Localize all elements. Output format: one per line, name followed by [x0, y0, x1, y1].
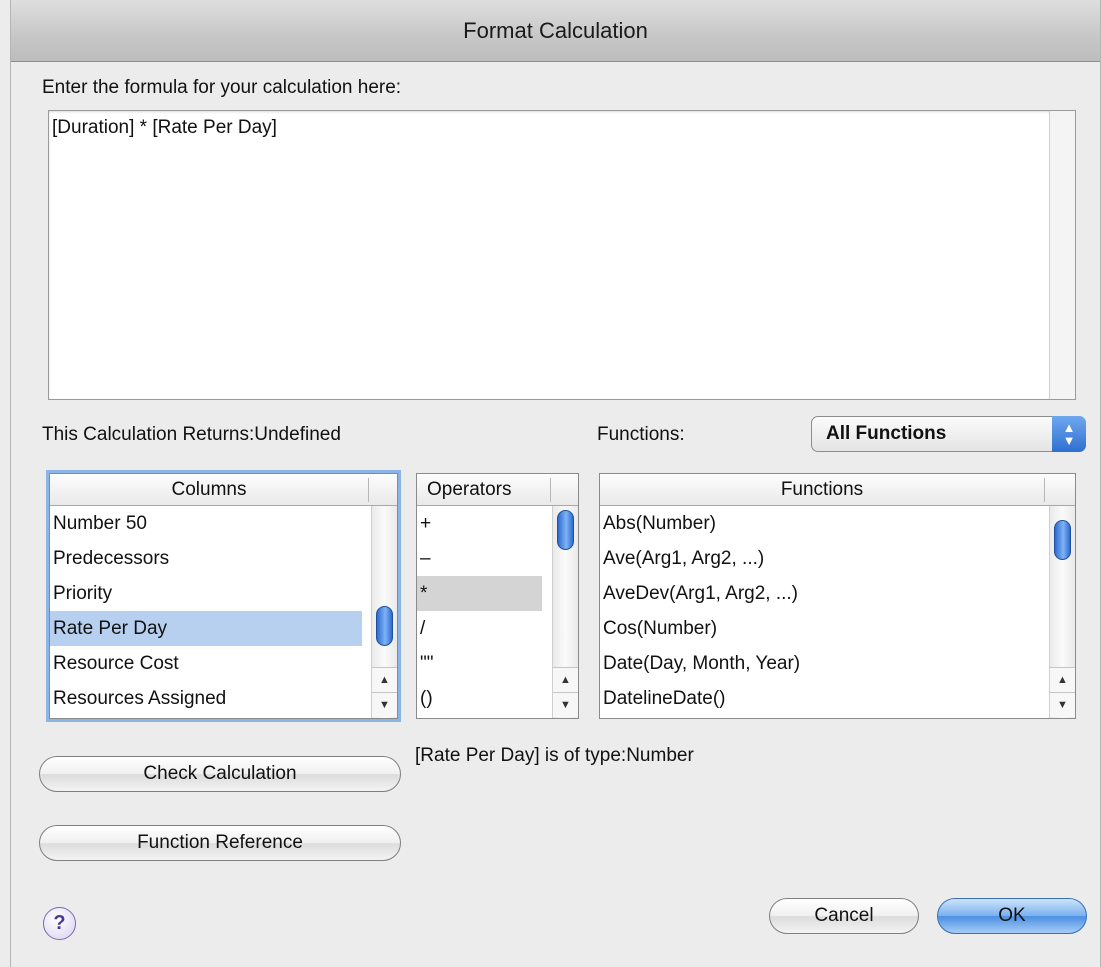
columns-scrollbar[interactable]: ▲ ▼: [371, 506, 397, 718]
list-item[interactable]: +: [417, 506, 552, 541]
list-item[interactable]: Ave(Arg1, Arg2, ...): [600, 541, 1048, 576]
operators-scrollbar[interactable]: ▲ ▼: [552, 506, 578, 718]
list-item-selected[interactable]: Rate Per Day: [50, 611, 362, 646]
functions-header-label: Functions: [780, 479, 864, 500]
list-item[interactable]: Predecessors: [50, 541, 372, 576]
help-icon[interactable]: ?: [43, 907, 76, 940]
list-item[interactable]: Number 50: [50, 506, 372, 541]
scroll-thumb[interactable]: [557, 510, 574, 550]
dialog-title: Format Calculation: [11, 0, 1100, 62]
list-item[interactable]: Resource Cost: [50, 646, 372, 681]
formula-textarea[interactable]: [Duration] * [Rate Per Day]: [48, 110, 1076, 400]
list-item[interactable]: Resources Assigned: [50, 681, 372, 716]
columns-list[interactable]: Columns Number 50 Predecessors Priority …: [49, 473, 398, 719]
operators-list[interactable]: Operators + – * / "" () ▲ ▼: [416, 473, 579, 719]
functions-list[interactable]: Functions Abs(Number) Ave(Arg1, Arg2, ..…: [599, 473, 1076, 719]
column-divider: [368, 478, 369, 502]
cancel-button[interactable]: Cancel: [769, 898, 919, 934]
list-item[interactable]: (): [417, 681, 552, 716]
returns-label-text: This Calculation Returns:: [42, 424, 255, 445]
updown-arrows-icon: ▲ ▼: [1052, 416, 1086, 452]
functions-filter-select[interactable]: All Functions ▲ ▼: [811, 416, 1086, 452]
columns-list-header: Columns: [50, 474, 397, 506]
list-item[interactable]: /: [417, 611, 552, 646]
functions-filter-label: Functions:: [597, 424, 685, 445]
scroll-down-arrow-icon[interactable]: ▼: [553, 692, 578, 717]
functions-scrollbar[interactable]: ▲ ▼: [1049, 506, 1075, 718]
format-calculation-dialog: Format Calculation Enter the formula for…: [10, 0, 1101, 967]
formula-prompt: Enter the formula for your calculation h…: [42, 77, 402, 98]
ok-button[interactable]: OK: [937, 898, 1087, 934]
functions-filter-value: All Functions: [826, 423, 947, 444]
list-item[interactable]: Date(Day, Month, Year): [600, 646, 1048, 681]
returns-value: Undefined: [254, 424, 341, 445]
scroll-down-arrow-icon[interactable]: ▼: [1050, 692, 1075, 717]
scroll-thumb[interactable]: [1054, 520, 1071, 560]
scroll-down-arrow-icon[interactable]: ▼: [372, 692, 397, 717]
operators-list-header: Operators: [417, 474, 578, 506]
list-item[interactable]: AveDev(Arg1, Arg2, ...): [600, 576, 1048, 611]
scroll-thumb[interactable]: [376, 606, 393, 646]
list-item[interactable]: Priority: [50, 576, 372, 611]
check-calculation-button[interactable]: Check Calculation: [39, 756, 401, 792]
operators-header-label: Operators: [427, 479, 512, 500]
list-item-selected[interactable]: *: [417, 576, 542, 611]
column-divider: [1044, 478, 1045, 502]
list-item[interactable]: "": [417, 646, 552, 681]
scroll-up-arrow-icon[interactable]: ▲: [1050, 667, 1075, 692]
list-item[interactable]: Abs(Number): [600, 506, 1048, 541]
formula-scrollbar[interactable]: [1049, 111, 1075, 399]
columns-header-label: Columns: [171, 479, 247, 500]
formula-text[interactable]: [Duration] * [Rate Per Day]: [52, 117, 277, 139]
scroll-up-arrow-icon[interactable]: ▲: [372, 667, 397, 692]
function-reference-button[interactable]: Function Reference: [39, 825, 401, 861]
scroll-up-arrow-icon[interactable]: ▲: [553, 667, 578, 692]
list-item[interactable]: Cos(Number): [600, 611, 1048, 646]
returns-label: This Calculation Returns:Undefined: [42, 424, 341, 446]
column-divider: [550, 478, 551, 502]
list-item[interactable]: DatelineDate(): [600, 681, 1048, 716]
functions-list-header: Functions: [600, 474, 1075, 506]
type-info: [Rate Per Day] is of type:Number: [415, 745, 694, 766]
list-item[interactable]: –: [417, 541, 552, 576]
